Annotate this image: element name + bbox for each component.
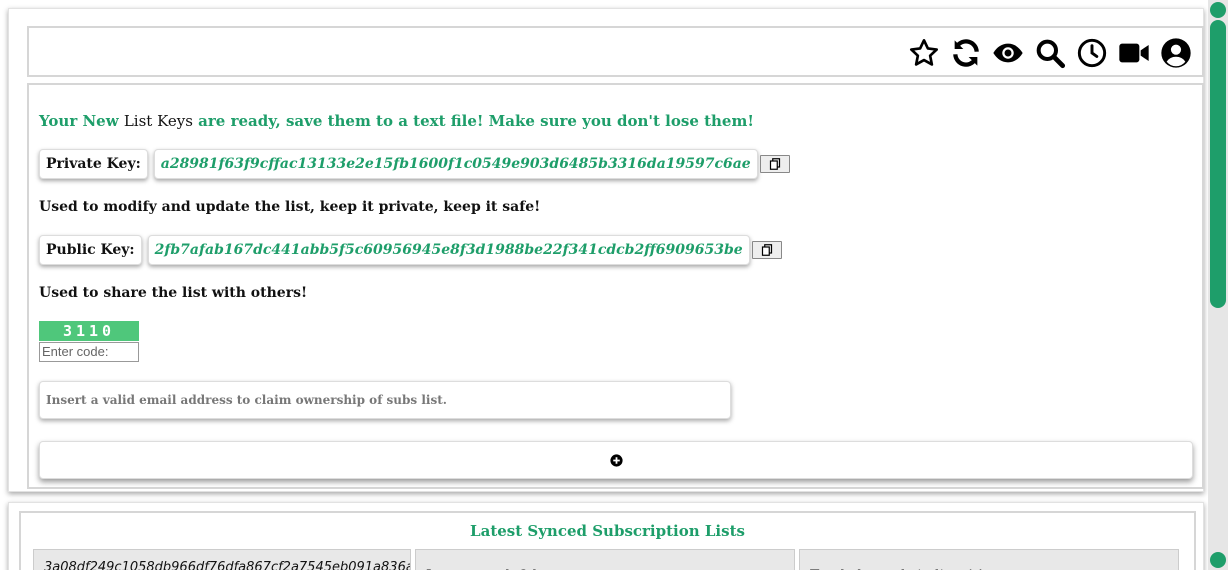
- copy-public-key-button[interactable]: [751, 241, 782, 259]
- star-icon[interactable]: [906, 35, 942, 71]
- video-camera-icon[interactable]: [1116, 35, 1152, 71]
- public-key-note: Used to share the list with others!: [39, 285, 308, 301]
- captcha-image: 3110: [39, 321, 139, 341]
- clock-icon[interactable]: [1074, 35, 1110, 71]
- email-field[interactable]: [46, 393, 730, 407]
- latest-lists-title: Latest Synced Subscription Lists: [470, 522, 745, 540]
- add-button[interactable]: [39, 441, 1193, 479]
- last-synced-cell: Last synced: 3 hours ago: [415, 549, 795, 570]
- latest-lists-panel: Latest Synced Subscription Lists 3a08df2…: [8, 502, 1204, 570]
- private-key-note: Used to modify and update the list, keep…: [39, 199, 541, 215]
- copy-icon: [761, 244, 772, 256]
- latest-lists-section: Latest Synced Subscription Lists 3a08df2…: [19, 511, 1196, 570]
- list-hash-cell[interactable]: 3a08df249c1058db966df76dfa867cf2a7545eb0…: [33, 549, 411, 570]
- captcha: 3110: [39, 321, 139, 362]
- heading-part-1: Your New: [39, 112, 124, 130]
- public-key-row: Public Key: 2fb7afab167dc441abb5f5c60956…: [39, 235, 782, 265]
- plus-circle-icon: [609, 453, 623, 467]
- copy-icon: [769, 158, 780, 170]
- private-key-row: Private Key: a28981f63f9cffac13133e2e15f…: [39, 149, 790, 179]
- scroll-up-button[interactable]: [1210, 2, 1226, 18]
- keys-content: Your New List Keys are ready, save them …: [27, 83, 1204, 489]
- refresh-icon[interactable]: [948, 35, 984, 71]
- public-key-value[interactable]: 2fb7afab167dc441abb5f5c60956945e8f3d1988…: [147, 235, 750, 265]
- scroll-down-button[interactable]: [1210, 552, 1226, 568]
- scrollbar[interactable]: [1208, 0, 1228, 570]
- toolbar: [27, 26, 1204, 77]
- user-icon[interactable]: [1158, 35, 1194, 71]
- heading-part-2: List Keys: [123, 112, 193, 130]
- email-field-container: [39, 381, 731, 419]
- new-list-panel: Your New List Keys are ready, save them …: [8, 8, 1204, 492]
- captcha-input[interactable]: [39, 341, 139, 362]
- public-key-label: Public Key:: [39, 235, 142, 265]
- total-channels-cell: Total channels in list: 14: [799, 549, 1179, 570]
- search-icon[interactable]: [1032, 35, 1068, 71]
- keys-heading: Your New List Keys are ready, save them …: [39, 112, 754, 130]
- table-row[interactable]: 3a08df249c1058db966df76dfa867cf2a7545eb0…: [33, 549, 1179, 570]
- heading-part-3: are ready, save them to a text file! Mak…: [192, 112, 754, 130]
- private-key-value[interactable]: a28981f63f9cffac13133e2e15fb1600f1c0549e…: [153, 149, 758, 179]
- eye-icon[interactable]: [990, 35, 1026, 71]
- toolbar-icons: [906, 35, 1194, 71]
- private-key-label: Private Key:: [39, 149, 148, 179]
- scrollbar-thumb[interactable]: [1210, 20, 1226, 308]
- copy-private-key-button[interactable]: [759, 155, 790, 173]
